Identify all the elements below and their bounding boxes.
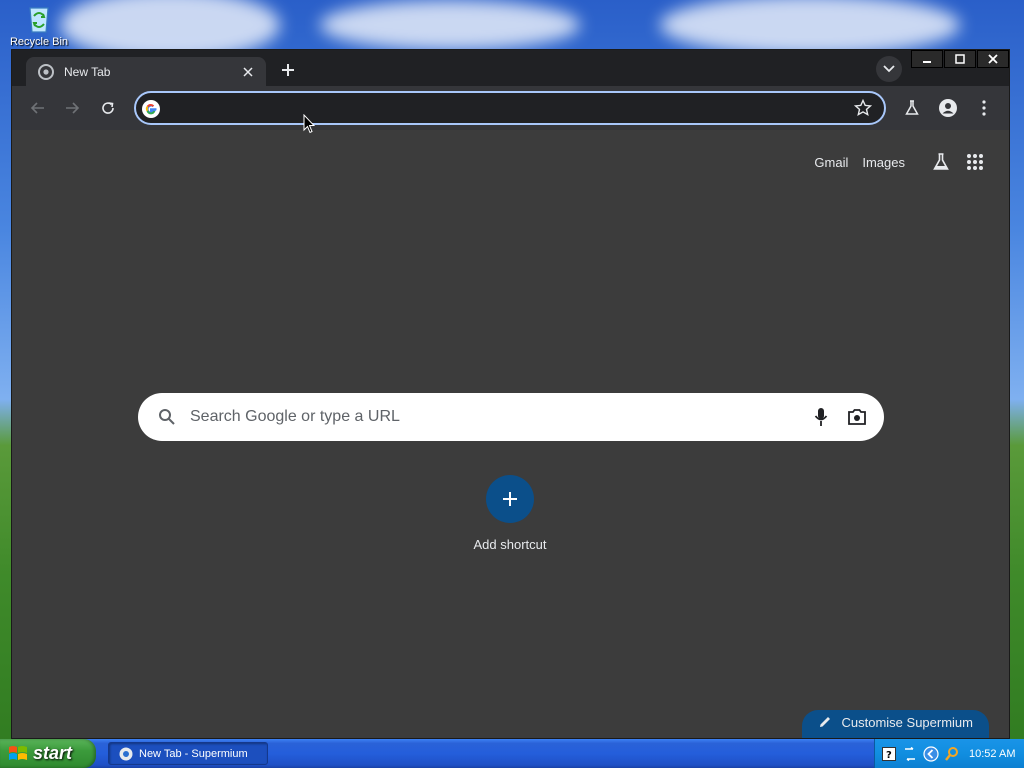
start-label: start (33, 743, 73, 763)
recycle-bin-icon (24, 2, 54, 34)
menu-button[interactable] (972, 96, 996, 120)
pencil-icon (818, 715, 832, 729)
back-arrow-icon (30, 102, 44, 114)
security-shield-icon[interactable] (923, 745, 939, 762)
flask-icon (905, 100, 919, 115)
close-icon (988, 54, 998, 64)
gmail-link[interactable]: Gmail (814, 155, 848, 170)
images-link[interactable]: Images (862, 155, 905, 170)
taskbar-item-label: New Tab - Supermium (139, 747, 248, 760)
windows-flag-icon (8, 744, 28, 764)
kebab-menu-icon (982, 100, 986, 116)
profile-button[interactable] (936, 96, 960, 120)
tab-search-button[interactable] (876, 56, 902, 82)
network-icon[interactable] (902, 746, 918, 762)
minimize-button[interactable] (911, 50, 943, 68)
new-tab-button[interactable] (276, 58, 300, 82)
labs-button[interactable] (900, 96, 924, 120)
tab-close-icon[interactable] (240, 64, 256, 80)
system-tray: ? 10:52 AM (874, 739, 1024, 768)
reload-icon (102, 102, 114, 114)
bookmark-star-icon[interactable] (853, 98, 873, 117)
maximize-button[interactable] (944, 50, 976, 68)
clock: 10:52 AM (969, 747, 1016, 760)
customise-label: Customise Supermium (841, 714, 974, 730)
title-bar: New Tab (12, 50, 1009, 86)
add-shortcut-button[interactable] (486, 475, 534, 523)
maximize-icon (955, 54, 965, 64)
tab-title: New Tab (64, 64, 111, 79)
search-tray-icon[interactable] (944, 746, 960, 762)
profile-icon (939, 99, 957, 117)
recycle-bin-desktop-icon[interactable]: Recycle Bin (8, 2, 70, 48)
help-icon[interactable]: ? (881, 746, 897, 762)
google-g-icon (142, 100, 160, 118)
minimize-icon (923, 61, 931, 63)
start-button[interactable]: start (0, 739, 96, 768)
camera-lens-icon[interactable] (846, 406, 868, 428)
reload-button[interactable] (96, 96, 120, 120)
plus-icon (282, 64, 294, 76)
search-input[interactable] (190, 408, 796, 426)
address-input[interactable] (168, 97, 828, 119)
supermium-icon (119, 747, 133, 761)
close-button[interactable] (977, 50, 1009, 68)
taskbar: start New Tab - Supermium ? 10:52 AM (0, 739, 1024, 768)
forward-button[interactable] (60, 96, 84, 120)
address-bar[interactable] (134, 91, 886, 125)
tab-new-tab[interactable]: New Tab (26, 57, 266, 86)
svg-text:?: ? (886, 750, 892, 761)
header-links: Gmail Images (814, 150, 987, 174)
labs-flask-icon[interactable] (929, 150, 953, 174)
add-shortcut-tile[interactable]: Add shortcut (460, 475, 560, 552)
window-controls (910, 50, 1009, 68)
forward-arrow-icon (66, 102, 80, 114)
new-tab-page: Gmail Images Search Google or type a URL… (12, 130, 1009, 738)
google-search-box[interactable] (138, 393, 884, 441)
chevron-down-icon (883, 65, 895, 73)
back-button[interactable] (26, 96, 50, 120)
search-icon (158, 408, 176, 426)
browser-window: New Tab Gmail Images Search Google or ty… (11, 49, 1010, 739)
taskbar-item-browser[interactable]: New Tab - Supermium (108, 742, 268, 765)
browser-toolbar (12, 86, 1009, 130)
add-shortcut-label: Add shortcut (473, 537, 547, 552)
recycle-bin-label: Recycle Bin (9, 36, 69, 48)
plus-icon (503, 492, 517, 506)
microphone-icon[interactable] (810, 406, 832, 428)
apps-grid-icon[interactable] (963, 150, 987, 174)
customise-button[interactable]: Customise Supermium (801, 710, 989, 738)
mouse-cursor-icon (303, 113, 316, 134)
browser-favicon-icon (38, 63, 54, 80)
